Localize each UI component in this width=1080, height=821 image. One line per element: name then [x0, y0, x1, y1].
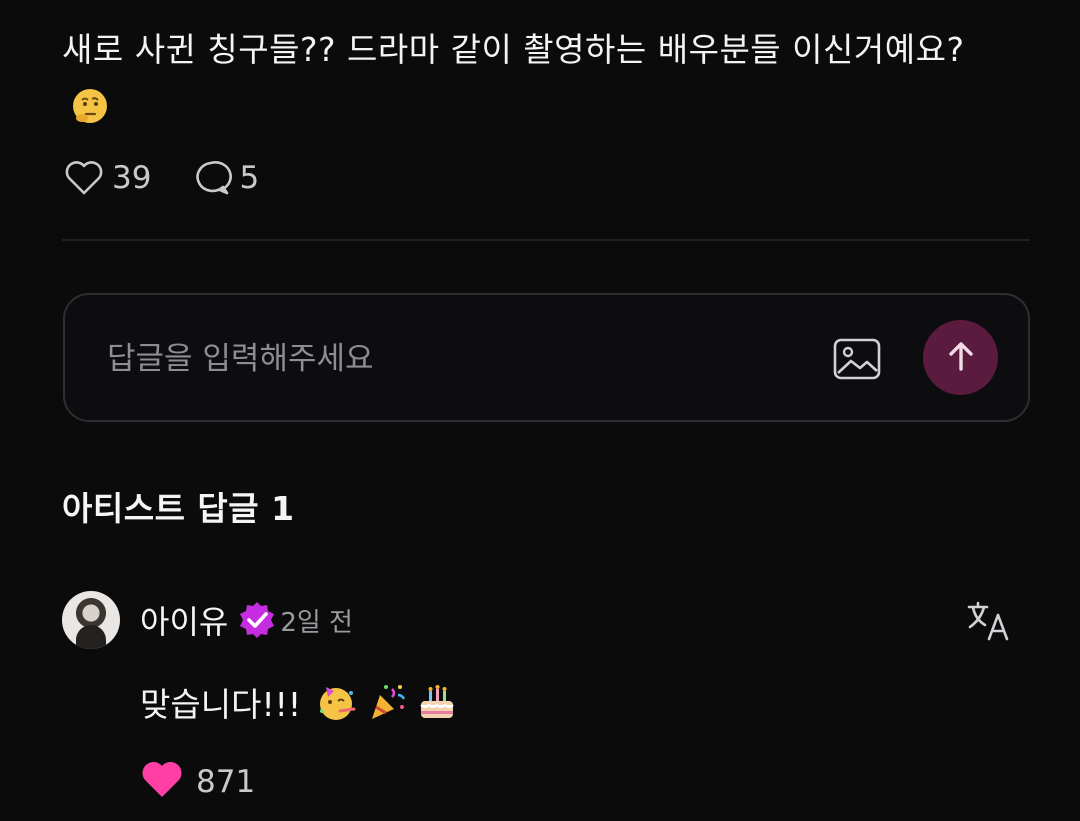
post-stats: 39 5 — [62, 152, 297, 204]
comment-body: 맞습니다!!! — [140, 685, 302, 724]
comment-text: 맞습니다!!! — [140, 674, 459, 730]
arrow-up-icon — [946, 339, 976, 377]
comment-count: 5 — [239, 160, 260, 196]
partying-face-emoji — [315, 680, 359, 724]
reply-input[interactable] — [107, 331, 807, 387]
image-icon[interactable] — [829, 331, 885, 387]
post-detail-screen: 새로 사귄 칭구들?? 드라마 같이 촬영하는 배우분들 이신거예요? 39 5… — [0, 0, 1080, 821]
comment-header: 아이유 2일 전 — [62, 590, 353, 650]
comment-author[interactable]: 아이유 — [140, 597, 228, 643]
comment-like[interactable]: 871 — [140, 757, 255, 807]
verified-badge-icon — [236, 599, 278, 641]
like-stat[interactable]: 39 — [62, 156, 151, 200]
comment-like-count: 871 — [196, 764, 256, 800]
post-body: 새로 사귄 칭구들?? 드라마 같이 촬영하는 배우분들 이신거예요? — [62, 30, 965, 69]
speech-bubble-icon[interactable] — [189, 156, 233, 200]
translate-icon[interactable] — [962, 596, 1016, 646]
artist-replies-title: 아티스트 답글 1 — [62, 489, 295, 528]
post-text: 새로 사귄 칭구들?? 드라마 같이 촬영하는 배우분들 이신거예요? — [62, 22, 1022, 134]
heart-filled-icon[interactable] — [140, 760, 184, 804]
comment-stat[interactable]: 5 — [189, 156, 259, 200]
heart-outline-icon[interactable] — [62, 156, 106, 200]
send-button[interactable] — [923, 320, 998, 395]
thinking-face-emoji — [68, 84, 112, 128]
like-count: 39 — [112, 160, 152, 196]
comment-time: 2일 전 — [280, 607, 353, 638]
party-popper-emoji — [365, 680, 409, 724]
avatar[interactable] — [62, 591, 120, 649]
birthday-cake-emoji — [415, 680, 459, 724]
divider — [62, 239, 1030, 241]
reply-box — [63, 293, 1030, 422]
